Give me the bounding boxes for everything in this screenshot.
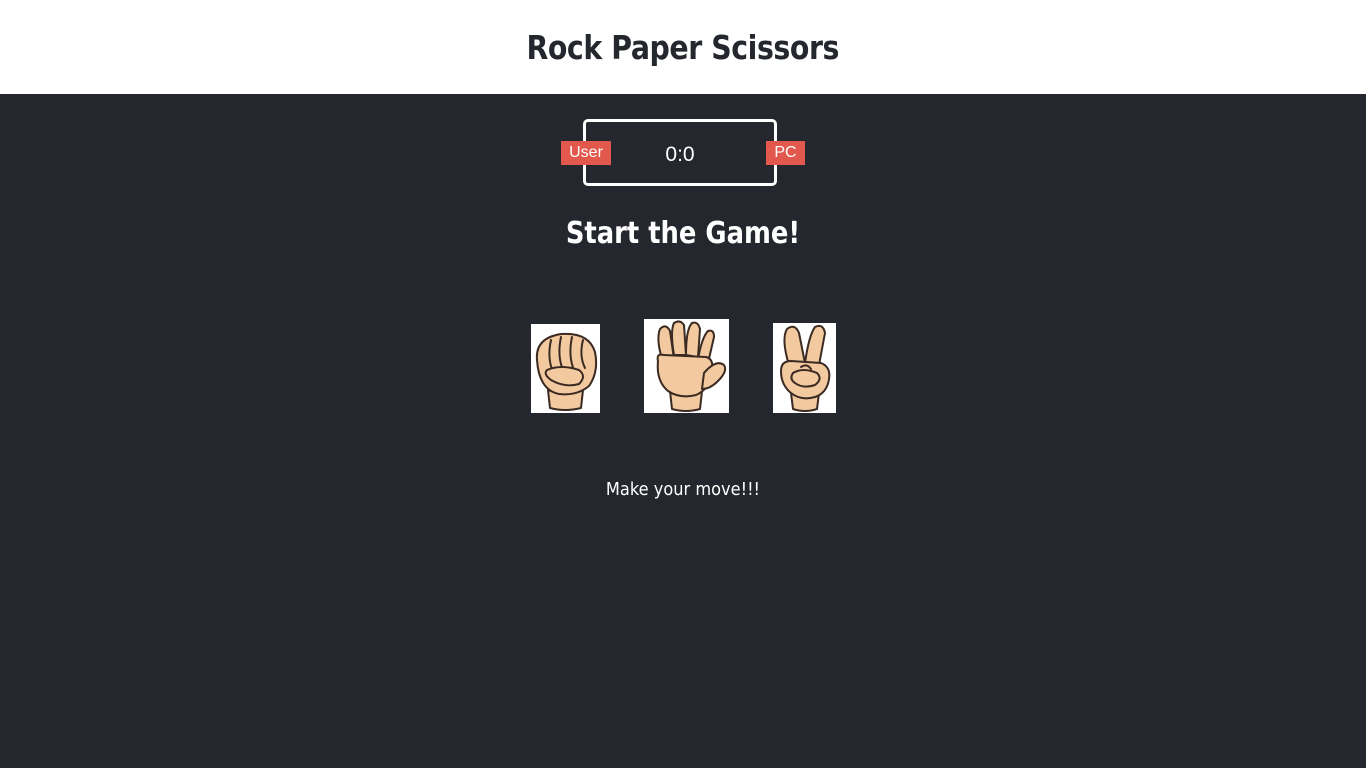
result-message: Start the Game! xyxy=(565,216,801,251)
action-message: Make your move!!! xyxy=(605,479,761,500)
paper-open-hand-icon xyxy=(656,320,727,412)
pc-badge: PC xyxy=(766,141,805,165)
scissors-v-hand-icon xyxy=(780,324,831,412)
scissors-button[interactable] xyxy=(773,323,836,413)
rock-fist-icon xyxy=(535,332,598,411)
header: Rock Paper Scissors xyxy=(0,0,1366,94)
page-title: Rock Paper Scissors xyxy=(526,27,840,67)
user-badge: User xyxy=(561,141,611,165)
paper-button[interactable] xyxy=(644,319,729,413)
score-display: 0:0 xyxy=(665,142,695,166)
rock-button[interactable] xyxy=(531,324,600,413)
game-area: 0:0 User PC Start the Game! Make your mo… xyxy=(0,94,1366,768)
scoreboard: 0:0 xyxy=(583,119,777,186)
